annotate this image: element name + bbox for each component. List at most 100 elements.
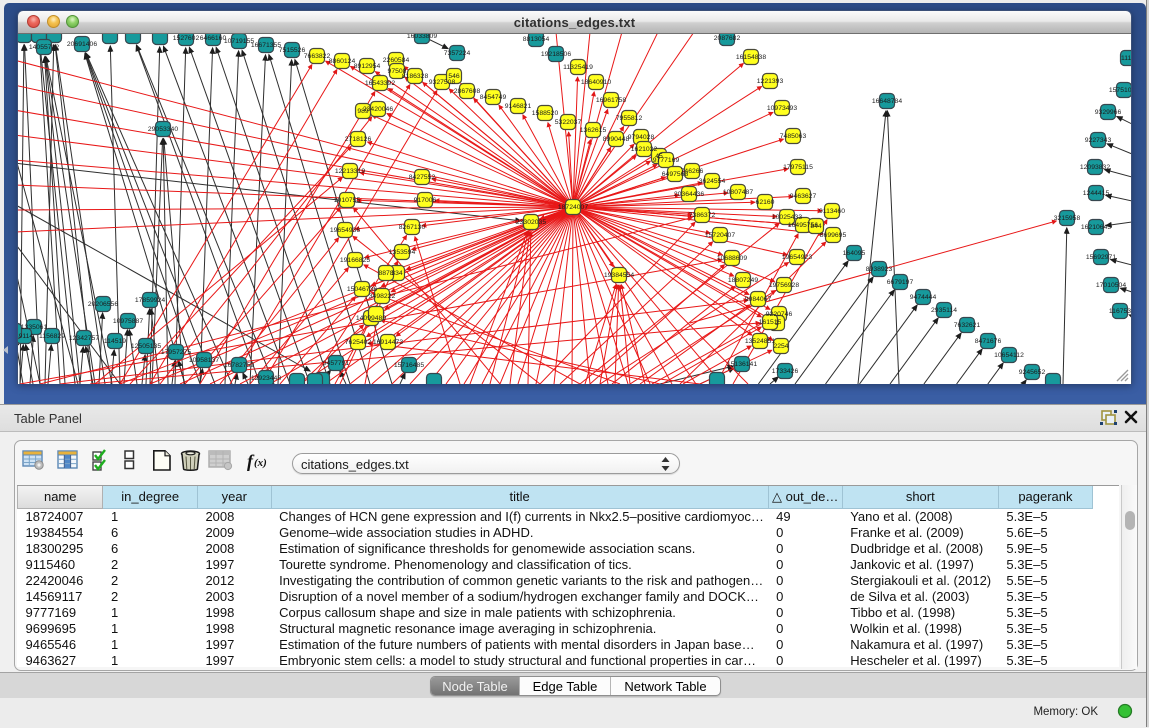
svg-text:1156829: 1156829 xyxy=(39,333,65,340)
svg-text:8471676: 8471676 xyxy=(975,338,1002,345)
svg-text:10958137: 10958137 xyxy=(189,357,219,364)
svg-text:7357224: 7357224 xyxy=(444,50,471,57)
svg-text:1335061: 1335061 xyxy=(21,324,48,331)
svg-text:8912954: 8912954 xyxy=(354,63,381,70)
svg-text:7515526: 7515526 xyxy=(279,47,306,54)
svg-text:989: 989 xyxy=(357,108,369,115)
svg-text:9113460: 9113460 xyxy=(819,208,845,215)
svg-text:7955812: 7955812 xyxy=(616,115,643,122)
svg-text:164095: 164095 xyxy=(843,250,866,257)
svg-text:16961758: 16961758 xyxy=(596,97,626,104)
svg-text:6679197: 6679197 xyxy=(887,279,914,286)
svg-text:15136141: 15136141 xyxy=(727,361,757,368)
svg-text:9777169: 9777169 xyxy=(653,157,680,164)
svg-text:15720407: 15720407 xyxy=(705,232,735,239)
svg-text:3215958: 3215958 xyxy=(1054,215,1081,222)
svg-text:9084067: 9084067 xyxy=(745,296,772,303)
svg-text:9329966: 9329966 xyxy=(1095,109,1122,116)
svg-text:116753: 116753 xyxy=(1109,308,1131,315)
svg-text:2867608: 2867608 xyxy=(454,88,481,95)
svg-text:10807487: 10807487 xyxy=(723,189,753,196)
svg-text:746266: 746266 xyxy=(681,168,704,175)
svg-text:15716485: 15716485 xyxy=(394,362,424,369)
svg-text:2254: 2254 xyxy=(773,343,788,350)
svg-text:19218506: 19218506 xyxy=(541,51,571,58)
svg-text:8454749: 8454749 xyxy=(480,94,507,101)
svg-text:1112: 1112 xyxy=(1121,55,1131,62)
svg-text:16648784: 16648784 xyxy=(872,98,902,105)
svg-text:23302035: 23302035 xyxy=(516,219,546,226)
svg-text:12342757: 12342757 xyxy=(69,335,99,342)
svg-text:1527602: 1527602 xyxy=(173,35,200,42)
svg-text:1588520: 1588520 xyxy=(532,110,559,117)
svg-text:5322037: 5322037 xyxy=(555,119,582,126)
svg-text:15692971: 15692971 xyxy=(1086,254,1116,261)
svg-text:20691406: 20691406 xyxy=(67,41,97,48)
svg-text:9794028: 9794028 xyxy=(628,134,655,141)
svg-text:844: 844 xyxy=(810,223,822,230)
svg-text:12923448: 12923448 xyxy=(251,375,281,382)
svg-text:7663822: 7663822 xyxy=(304,53,331,60)
svg-text:6466160: 6466160 xyxy=(200,35,227,42)
svg-text:1010755: 1010755 xyxy=(334,197,361,204)
svg-text:12093832: 12093832 xyxy=(1080,164,1110,171)
svg-text:9245652: 9245652 xyxy=(1019,369,1046,376)
svg-text:19654923: 19654923 xyxy=(782,254,812,261)
svg-text:16671355: 16671355 xyxy=(251,42,281,49)
svg-text:14099489: 14099489 xyxy=(356,315,386,322)
svg-text:19654936: 19654936 xyxy=(330,227,360,234)
svg-text:16782759: 16782759 xyxy=(224,362,254,369)
svg-text:16033809: 16033809 xyxy=(407,34,437,40)
svg-text:16543392: 16543392 xyxy=(365,80,395,87)
svg-text:7485063: 7485063 xyxy=(780,133,807,140)
svg-text:1221393: 1221393 xyxy=(757,78,784,85)
svg-text:17957275: 17957275 xyxy=(161,349,191,356)
svg-text:12213319: 12213319 xyxy=(335,168,365,175)
svg-text:8878: 8878 xyxy=(378,270,393,277)
svg-text:10975887: 10975887 xyxy=(113,318,143,325)
svg-text:161515: 161515 xyxy=(759,319,782,326)
svg-text:10688609: 10688609 xyxy=(717,255,747,262)
svg-text:8938923: 8938923 xyxy=(866,266,893,273)
svg-text:19756928: 19756928 xyxy=(769,282,799,289)
svg-text:11325419: 11325419 xyxy=(563,64,593,71)
svg-text:19166825: 19166825 xyxy=(340,257,370,264)
svg-text:17010504: 17010504 xyxy=(1096,282,1126,289)
svg-text:8267130: 8267130 xyxy=(399,224,426,231)
svg-text:1733426: 1733426 xyxy=(772,368,799,375)
svg-text:8990448: 8990448 xyxy=(603,136,630,143)
svg-text:97508: 97508 xyxy=(388,68,407,75)
svg-text:3498222: 3498222 xyxy=(369,293,396,300)
svg-text:9227343: 9227343 xyxy=(1085,137,1112,144)
svg-text:7625402: 7625402 xyxy=(345,339,372,346)
svg-text:15751074: 15751074 xyxy=(1109,87,1131,94)
svg-text:3624554: 3624554 xyxy=(699,178,726,185)
svg-text:9146821: 9146821 xyxy=(505,103,532,110)
svg-text:19384554: 19384554 xyxy=(604,272,634,279)
svg-text:10025433: 10025433 xyxy=(772,214,802,221)
svg-text:546: 546 xyxy=(448,73,460,80)
svg-text:62160: 62160 xyxy=(756,199,775,206)
svg-text:9474444: 9474444 xyxy=(910,294,937,301)
svg-text:10719155: 10719155 xyxy=(224,38,254,45)
svg-text:2087682: 2087682 xyxy=(714,35,741,42)
svg-text:1362615: 1362615 xyxy=(580,127,607,134)
svg-text:39114: 39114 xyxy=(18,333,33,340)
svg-text:1244415: 1244415 xyxy=(1083,190,1110,197)
svg-text:1621022: 1621022 xyxy=(631,146,658,153)
svg-text:(x): (x) xyxy=(254,457,267,469)
svg-text:8860124: 8860124 xyxy=(329,58,356,65)
svg-text:13524851: 13524851 xyxy=(745,338,775,345)
svg-text:2718126: 2718126 xyxy=(345,136,372,143)
svg-text:15046736: 15046736 xyxy=(347,286,377,293)
svg-text:17859924: 17859924 xyxy=(135,297,165,304)
svg-text:29053340: 29053340 xyxy=(148,126,178,133)
svg-text:20206556: 20206556 xyxy=(88,301,118,308)
svg-text:9463627: 9463627 xyxy=(790,193,817,200)
svg-text:917006: 917006 xyxy=(414,197,437,204)
svg-text:16210643: 16210643 xyxy=(1081,224,1111,231)
svg-text:1353594: 1353594 xyxy=(389,249,416,256)
svg-text:14055712: 14055712 xyxy=(29,44,59,51)
svg-text:18807249: 18807249 xyxy=(728,277,758,284)
svg-text:9457791: 9457791 xyxy=(323,360,350,367)
